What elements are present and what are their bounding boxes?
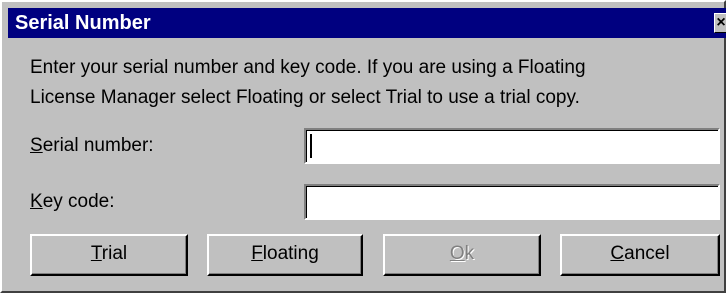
floating-button-label: loating — [262, 243, 319, 264]
cancel-button-label: ancel — [624, 243, 670, 264]
serial-number-label-mnemonic: S — [30, 135, 43, 156]
key-code-input[interactable] — [304, 184, 720, 220]
key-code-label-rest: ey code: — [42, 191, 115, 212]
window-title: Serial Number — [15, 12, 151, 34]
serial-number-input[interactable] — [304, 128, 720, 164]
key-code-label: Key code: — [30, 190, 115, 214]
cancel-button-mnemonic: C — [610, 243, 625, 264]
instructions-text: Enter your serial number and key code. I… — [30, 53, 720, 113]
trial-button[interactable]: Trial — [30, 234, 188, 276]
cancel-button[interactable]: Cancel — [560, 234, 720, 276]
ok-button[interactable]: Ok — [383, 234, 541, 276]
key-code-label-mnemonic: K — [30, 191, 43, 212]
ok-button-mnemonic: O — [449, 243, 465, 264]
close-icon[interactable]: × — [714, 13, 726, 33]
instructions-line-1: Enter your serial number and key code. I… — [30, 57, 586, 78]
ok-button-label: k — [464, 243, 475, 264]
title-bar: Serial Number × — [8, 8, 726, 38]
serial-number-label-rest: erial number: — [42, 135, 154, 156]
trial-button-label: rial — [101, 243, 128, 264]
serial-number-dialog: Serial Number × Enter your serial number… — [0, 0, 726, 293]
instructions-line-2: License Manager select Floating or selec… — [30, 87, 580, 108]
floating-button[interactable]: Floating — [207, 234, 363, 276]
serial-number-label: Serial number: — [30, 134, 154, 158]
floating-button-mnemonic: F — [251, 243, 263, 264]
text-caret — [310, 134, 312, 158]
trial-button-mnemonic: T — [90, 243, 102, 264]
